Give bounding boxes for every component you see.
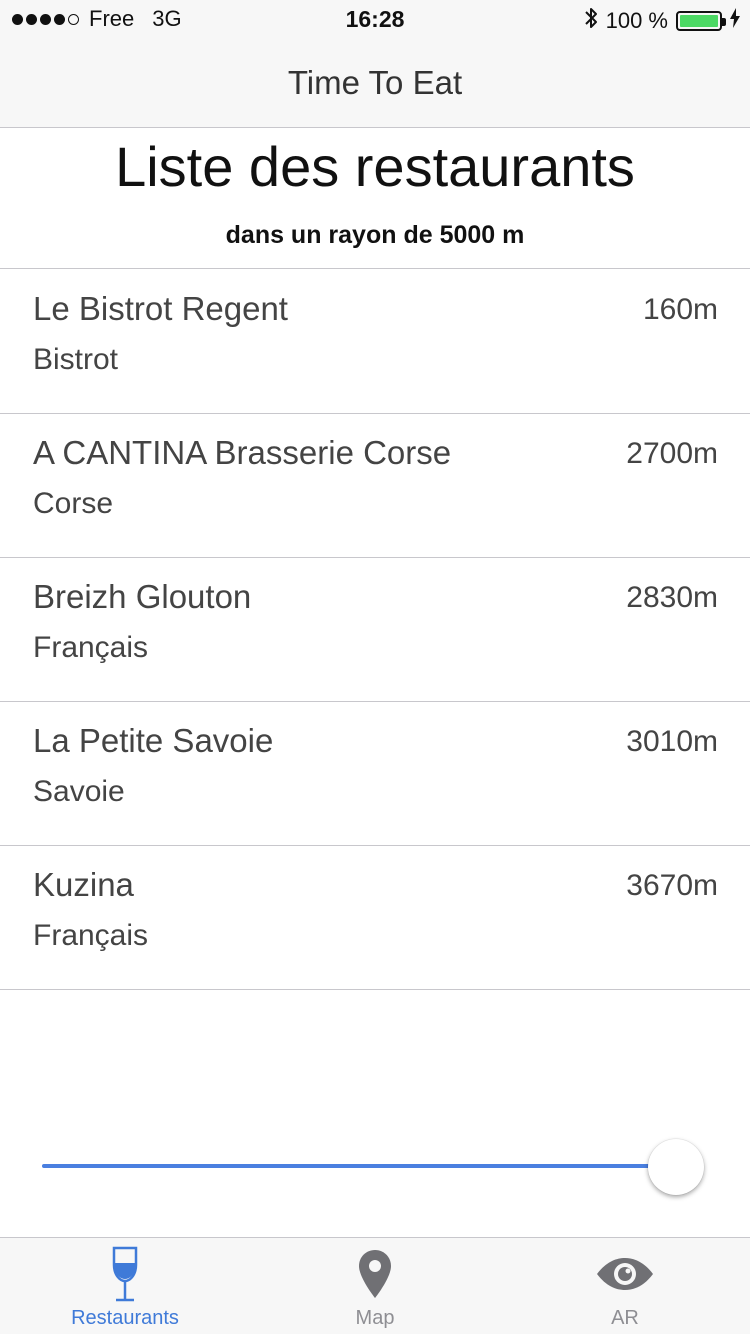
tab-map[interactable]: Map <box>250 1238 500 1334</box>
restaurant-row[interactable]: Kuzina Français 3670m <box>0 846 750 990</box>
slider-track[interactable] <box>42 1164 672 1168</box>
restaurant-category: Français <box>33 919 149 952</box>
restaurant-category: Français <box>33 631 149 664</box>
nav-title: Time To Eat <box>287 64 463 101</box>
charging-icon <box>730 8 740 33</box>
tab-label: Map <box>355 1307 395 1329</box>
battery-percent: 100 % <box>605 7 668 33</box>
restaurant-distance: 2830m <box>626 581 718 614</box>
restaurant-distance: 2700m <box>626 437 718 470</box>
restaurant-name: Le Bistrot Regent <box>33 290 288 327</box>
page-subtitle: dans un rayon de 5000 m <box>225 221 525 249</box>
page-title: Liste des restaurants <box>115 135 635 198</box>
tab-label: AR <box>611 1307 639 1329</box>
restaurant-category: Corse <box>33 487 114 520</box>
battery-level <box>680 14 718 27</box>
tab-bar: Restaurants Map AR <box>0 1237 750 1334</box>
restaurant-name: Kuzina <box>33 866 134 903</box>
status-bar: Free 3G 16:28 100 % <box>0 0 750 40</box>
restaurant-row[interactable]: La Petite Savoie Savoie 3010m <box>0 702 750 846</box>
restaurant-distance: 3010m <box>626 725 718 758</box>
restaurant-list: Le Bistrot Regent Bistrot 160m A CANTINA… <box>0 270 750 990</box>
restaurant-distance: 3670m <box>626 869 718 902</box>
battery-icon <box>676 10 726 31</box>
tab-ar[interactable]: AR <box>500 1238 750 1334</box>
tab-label: Restaurants <box>71 1307 179 1329</box>
restaurant-row[interactable]: Le Bistrot Regent Bistrot 160m <box>0 270 750 414</box>
restaurant-row[interactable]: Breizh Glouton Français 2830m <box>0 558 750 702</box>
slider-thumb[interactable] <box>648 1139 704 1195</box>
restaurant-name: Breizh Glouton <box>33 578 252 615</box>
eye-icon <box>500 1244 750 1304</box>
restaurant-distance: 160m <box>642 293 718 326</box>
navigation-bar: Time To Eat <box>0 40 750 128</box>
wine-glass-icon <box>0 1244 250 1304</box>
status-right-group: 100 % <box>584 6 740 35</box>
restaurant-category: Bistrot <box>33 343 119 376</box>
list-header: Liste des restaurants dans un rayon de 5… <box>0 128 750 269</box>
restaurant-name: La Petite Savoie <box>33 722 274 759</box>
bluetooth-icon <box>584 6 598 35</box>
restaurant-category: Savoie <box>33 775 125 808</box>
restaurant-row[interactable]: A CANTINA Brasserie Corse Corse 2700m <box>0 414 750 558</box>
app-screen: Free 3G 16:28 100 % Time To Eat Liste de… <box>0 0 750 1334</box>
map-pin-icon <box>250 1244 500 1304</box>
restaurant-name: A CANTINA Brasserie Corse <box>33 434 452 471</box>
radius-slider[interactable] <box>42 1137 706 1197</box>
tab-restaurants[interactable]: Restaurants <box>0 1238 250 1334</box>
